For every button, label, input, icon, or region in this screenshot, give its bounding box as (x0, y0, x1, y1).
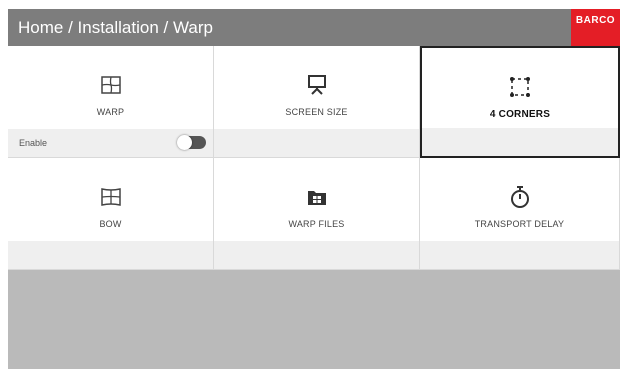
tile-screen-size[interactable]: SCREEN SIZE (214, 46, 420, 158)
bow-icon (100, 186, 122, 208)
header-bar: Home / Installation / Warp BARCO (8, 9, 620, 46)
tile-screen-size-label: SCREEN SIZE (285, 107, 348, 117)
tile-bow-label: BOW (99, 219, 122, 229)
tile-warp-label: WARP (96, 107, 125, 117)
tile-warp-files-label: WARP FILES (288, 219, 345, 229)
tile-4-corners-top[interactable]: 4 CORNERS (422, 48, 618, 131)
warp-menu-grid: WARP Enable SCREEN SIZE 4 CORNERS BOW WA… (8, 46, 620, 270)
four-corners-icon (509, 76, 531, 98)
tile-warp-files[interactable]: WARP FILES (214, 158, 420, 270)
tile-warp-top[interactable]: WARP (8, 46, 213, 129)
empty-content-area (8, 270, 620, 369)
warp-enable-row: Enable (8, 129, 213, 157)
warp-icon (100, 74, 122, 96)
tile-screen-size-top[interactable]: SCREEN SIZE (214, 46, 419, 129)
screen-size-icon (306, 74, 328, 96)
tile-bow[interactable]: BOW (8, 158, 214, 270)
toggle-knob (177, 135, 192, 150)
tile-transport-delay-label: TRANSPORT DELAY (474, 219, 565, 229)
warp-files-icon (306, 186, 328, 208)
enable-toggle[interactable] (177, 135, 206, 150)
breadcrumb[interactable]: Home / Installation / Warp (18, 9, 213, 46)
enable-label: Enable (19, 138, 48, 148)
tile-transport-delay-top[interactable]: TRANSPORT DELAY (420, 158, 619, 241)
tile-transport-delay-bottom (420, 241, 619, 269)
tile-4-corners[interactable]: 4 CORNERS (420, 46, 620, 158)
tile-warp-files-bottom (214, 241, 419, 269)
tile-bow-top[interactable]: BOW (8, 158, 213, 241)
tile-warp[interactable]: WARP Enable (8, 46, 214, 158)
tile-bow-bottom (8, 241, 213, 269)
tile-screen-size-bottom (214, 129, 419, 157)
tile-4-corners-bottom (422, 128, 618, 156)
tile-transport-delay[interactable]: TRANSPORT DELAY (420, 158, 620, 270)
barco-logo: BARCO (571, 9, 620, 46)
tile-warp-files-top[interactable]: WARP FILES (214, 158, 419, 241)
tile-4-corners-label: 4 CORNERS (489, 109, 551, 120)
stopwatch-icon (509, 186, 531, 208)
